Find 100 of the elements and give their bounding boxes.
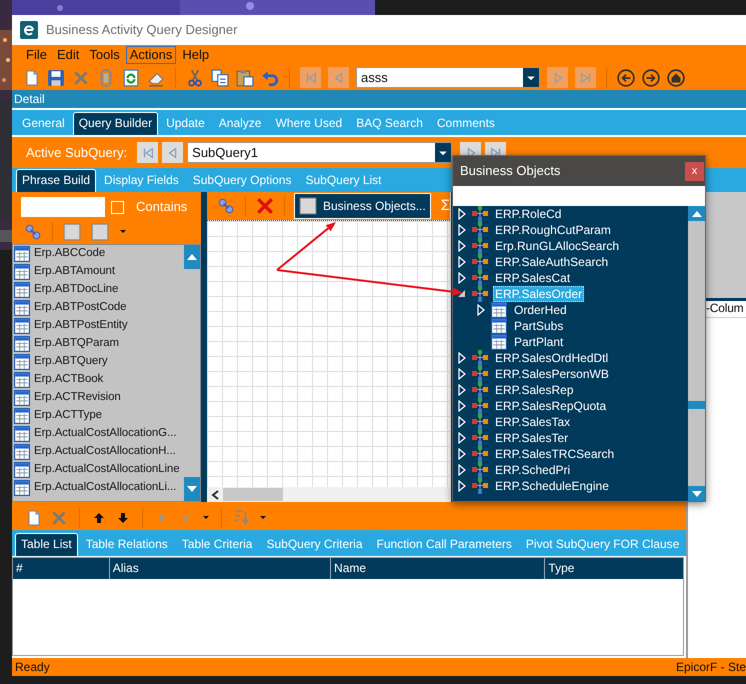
- scrollbar[interactable]: [207, 487, 450, 502]
- business-objects-button[interactable]: Business Objects...: [294, 193, 431, 219]
- expand-arrow-icon[interactable]: [457, 272, 467, 284]
- back-icon[interactable]: [617, 68, 635, 86]
- menu-item[interactable]: Edit: [52, 46, 84, 64]
- link-icon[interactable]: [24, 222, 42, 240]
- scroll-down-icon[interactable]: [692, 490, 702, 496]
- tab[interactable]: Query Builder: [72, 112, 158, 135]
- caret-icon[interactable]: [202, 515, 210, 520]
- column-header[interactable]: Alias: [108, 558, 330, 579]
- new-document-icon[interactable]: [26, 508, 42, 526]
- refresh-icon[interactable]: [122, 68, 140, 86]
- column-header[interactable]: Name: [330, 558, 544, 579]
- caret-icon[interactable]: [119, 229, 127, 234]
- scrollbar[interactable]: [184, 245, 200, 501]
- subquery-dropdown[interactable]: SubQuery1: [187, 142, 452, 163]
- tree-item[interactable]: ERP.SalesRep: [493, 382, 576, 398]
- table-name[interactable]: Erp.ACTType: [34, 409, 102, 423]
- undo-icon[interactable]: [261, 68, 279, 86]
- caret-icon[interactable]: [259, 515, 267, 520]
- search-field[interactable]: [21, 197, 105, 217]
- previous-subquery-button[interactable]: [162, 142, 184, 163]
- scroll-thumb[interactable]: [688, 401, 705, 409]
- tree-item[interactable]: Erp.RunGLAllocSearch: [493, 238, 622, 254]
- save-icon[interactable]: [47, 68, 65, 86]
- scroll-down-icon[interactable]: [187, 486, 197, 492]
- tree-item[interactable]: OrderHed: [512, 302, 569, 318]
- forward-icon[interactable]: [642, 68, 660, 86]
- record-field[interactable]: asss: [356, 67, 540, 88]
- cut-icon[interactable]: [186, 68, 204, 86]
- table-name[interactable]: Erp.ActualCostAllocationH...: [34, 445, 176, 459]
- first-subquery-button[interactable]: [137, 142, 158, 163]
- collapse-arrow-icon[interactable]: [457, 288, 467, 300]
- expand-arrow-icon[interactable]: [457, 464, 467, 476]
- tree-item[interactable]: PartPlant: [512, 334, 566, 350]
- square-icon[interactable]: [91, 222, 109, 240]
- link-icon[interactable]: [217, 197, 235, 215]
- table-name[interactable]: Erp.ABTQParam: [34, 337, 119, 351]
- expand-arrow-icon[interactable]: [457, 384, 467, 396]
- table-name[interactable]: Erp.ActualCostAllocationLi...: [34, 481, 176, 495]
- tree-item[interactable]: ERP.SalesTRCSearch: [493, 446, 616, 462]
- table-name[interactable]: Erp.ABCCode: [34, 247, 106, 261]
- table-name[interactable]: Erp.ABTPostEntity: [34, 319, 128, 333]
- tree-item[interactable]: ERP.SchedPri: [493, 462, 572, 478]
- expand-arrow-icon[interactable]: [457, 432, 467, 444]
- tree-item[interactable]: ERP.RoughCutParam: [493, 222, 613, 238]
- expand-arrow-icon[interactable]: [457, 480, 467, 492]
- menu-item[interactable]: Help: [178, 46, 214, 64]
- tree-item[interactable]: ERP.RoleCd: [493, 206, 564, 222]
- table-name[interactable]: Erp.ABTQuery: [34, 355, 108, 369]
- tree-item[interactable]: ERP.SalesRepQuota: [493, 398, 608, 414]
- table-name[interactable]: Erp.ABTAmount: [34, 265, 115, 279]
- expand-arrow-icon[interactable]: [476, 304, 486, 316]
- scroll-up-icon[interactable]: [187, 254, 197, 260]
- tree-item[interactable]: ERP.SalesOrdHedDtl: [493, 350, 610, 366]
- column-header[interactable]: Type: [544, 558, 683, 579]
- tree-item[interactable]: PartSubs: [512, 318, 566, 334]
- new-document-icon[interactable]: [24, 68, 40, 86]
- tree-item[interactable]: ERP.SalesTer: [493, 430, 570, 446]
- expand-arrow-icon[interactable]: [457, 256, 467, 268]
- expand-arrow-icon[interactable]: [457, 448, 467, 460]
- close-button[interactable]: x: [685, 162, 704, 180]
- object-icon: [472, 206, 488, 222]
- menu-item[interactable]: Tools: [85, 46, 124, 64]
- copy-icon[interactable]: [211, 68, 229, 86]
- expand-arrow-icon[interactable]: [457, 400, 467, 412]
- paste-icon[interactable]: [236, 68, 254, 86]
- expand-arrow-icon[interactable]: [457, 240, 467, 252]
- expand-arrow-icon[interactable]: [457, 352, 467, 364]
- object-icon: [472, 350, 488, 366]
- table-icon: [14, 246, 30, 262]
- scrollbar[interactable]: [688, 206, 705, 501]
- table-name[interactable]: Erp.ActualCostAllocationLine: [34, 463, 180, 477]
- tree-item[interactable]: ERP.SalesCat: [493, 270, 572, 286]
- checkbox[interactable]: [111, 200, 124, 214]
- menu-item[interactable]: Actions: [126, 46, 176, 64]
- home-icon[interactable]: [667, 68, 685, 86]
- scroll-left-icon[interactable]: [211, 490, 219, 500]
- delete-icon[interactable]: [256, 197, 274, 215]
- expand-arrow-icon[interactable]: [457, 224, 467, 236]
- tree-item[interactable]: ERP.SaleAuthSearch: [493, 254, 610, 270]
- column-header[interactable]: #: [13, 558, 109, 579]
- tab[interactable]: Phrase Build: [16, 169, 96, 192]
- tree-item[interactable]: ERP.ScheduleEngine: [493, 478, 611, 494]
- table-name[interactable]: Erp.ACTRevision: [34, 391, 121, 405]
- table-name[interactable]: Erp.ActualCostAllocationG...: [34, 427, 176, 441]
- tree-item[interactable]: ERP.SalesTax: [493, 414, 572, 430]
- menu-item[interactable]: File: [22, 46, 51, 64]
- table-name[interactable]: Erp.ABTDocLine: [34, 283, 118, 297]
- tree-item[interactable]: ERP.SalesPersonWB: [493, 366, 611, 382]
- expand-arrow-icon[interactable]: [457, 416, 467, 428]
- expand-arrow-icon[interactable]: [457, 208, 467, 220]
- scroll-up-icon[interactable]: [692, 210, 702, 216]
- table-name[interactable]: Erp.ACTBook: [34, 373, 104, 387]
- table-name[interactable]: Erp.ABTPostCode: [34, 301, 126, 315]
- search-field[interactable]: [453, 186, 705, 206]
- expand-arrow-icon[interactable]: [457, 368, 467, 380]
- column-header[interactable]: -Colum: [706, 301, 744, 315]
- tab[interactable]: Table List: [15, 533, 78, 556]
- square-icon[interactable]: [63, 222, 81, 240]
